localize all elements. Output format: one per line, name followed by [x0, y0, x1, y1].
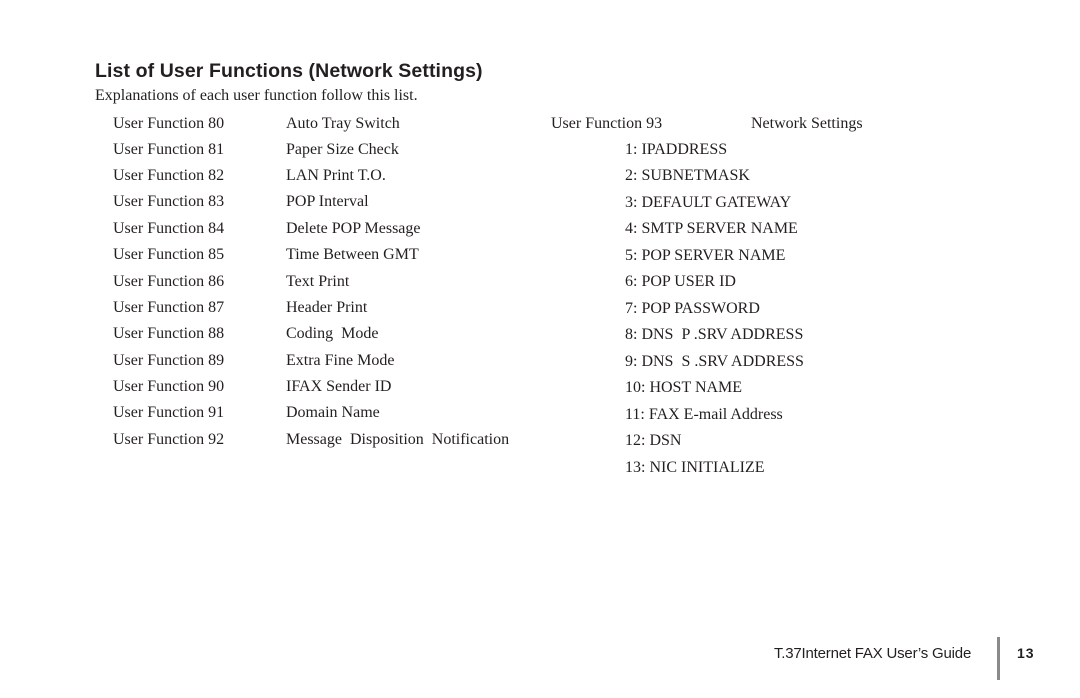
function-name: Time Between GMT — [286, 246, 419, 263]
function-name: Domain Name — [286, 404, 380, 421]
network-setting-item: 8: DNS P .SRV ADDRESS — [625, 326, 804, 343]
network-setting-item: 5: POP SERVER NAME — [625, 247, 786, 264]
function-number: User Function 92 — [113, 431, 225, 448]
function-name: Header Print — [286, 299, 368, 316]
page-number: 13 — [1017, 645, 1035, 661]
function-name: Network Settings — [751, 115, 863, 132]
network-setting-item: 4: SMTP SERVER NAME — [625, 220, 798, 237]
function-number: User Function 90 — [113, 378, 225, 395]
network-setting-item: 6: POP USER ID — [625, 273, 736, 290]
network-setting-item: 12: DSN — [625, 432, 682, 449]
function-number: User Function 84 — [113, 220, 225, 237]
function-number: User Function 91 — [113, 404, 225, 421]
function-name: Coding Mode — [286, 325, 379, 342]
network-setting-item: 2: SUBNETMASK — [625, 167, 750, 184]
network-setting-item: 7: POP PASSWORD — [625, 300, 760, 317]
function-name: Delete POP Message — [286, 220, 421, 237]
network-setting-item: 13: NIC INITIALIZE — [625, 459, 765, 476]
function-name: IFAX Sender ID — [286, 378, 392, 395]
network-setting-item: 10: HOST NAME — [625, 379, 743, 396]
guide-title: T.37Internet FAX User’s Guide — [774, 645, 972, 662]
function-number: User Function 81 — [113, 141, 225, 158]
footer-divider — [997, 637, 1000, 680]
network-setting-item: 1: IPADDRESS — [625, 141, 728, 158]
function-name: Extra Fine Mode — [286, 352, 395, 369]
function-number: User Function 80 — [113, 115, 225, 132]
function-name: Text Print — [286, 273, 350, 290]
function-number: User Function 82 — [113, 167, 225, 184]
intro-text: Explanations of each user function follo… — [95, 87, 418, 104]
function-number: User Function 86 — [113, 273, 225, 290]
function-number: User Function 89 — [113, 352, 225, 369]
function-name: Auto Tray Switch — [286, 115, 400, 132]
function-number: User Function 85 — [113, 246, 225, 263]
function-name: Message Disposition Notification — [286, 431, 510, 448]
function-number: User Function 88 — [113, 325, 225, 342]
function-number: User Function 93 — [551, 115, 663, 132]
network-setting-item: 11: FAX E-mail Address — [625, 406, 783, 423]
function-number: User Function 87 — [113, 299, 225, 316]
network-setting-item: 3: DEFAULT GATEWAY — [625, 194, 792, 211]
function-number: User Function 83 — [113, 193, 225, 210]
function-name: LAN Print T.O. — [286, 167, 386, 184]
function-name: POP Interval — [286, 193, 369, 210]
network-setting-item: 9: DNS S .SRV ADDRESS — [625, 353, 804, 370]
function-name: Paper Size Check — [286, 141, 399, 158]
page-title: List of User Functions (Network Settings… — [95, 60, 483, 82]
